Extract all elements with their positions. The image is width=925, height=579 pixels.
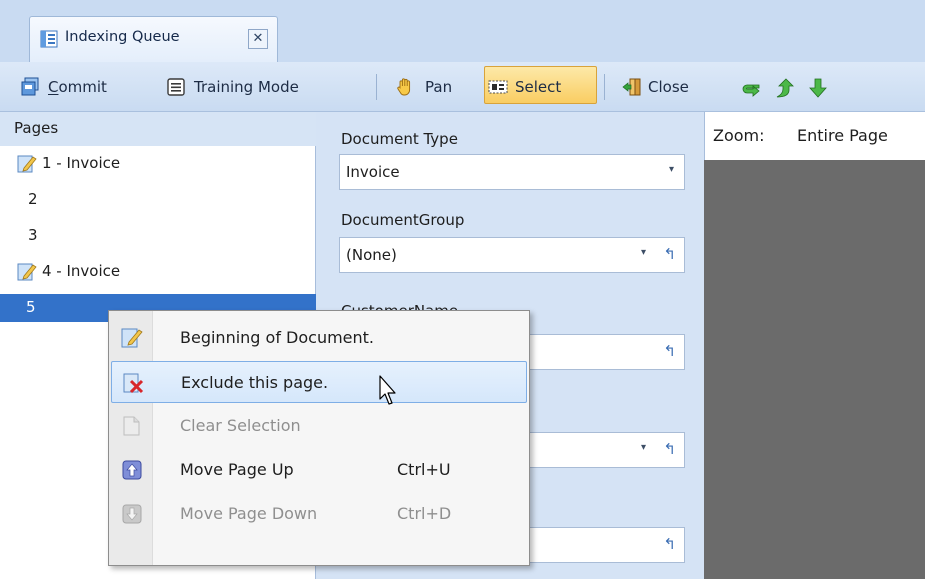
move-up-arrow-icon[interactable] <box>772 76 796 100</box>
menu-item-label: Move Page Up <box>180 460 294 479</box>
commit-button[interactable]: Commit <box>20 70 160 104</box>
tab-label: Indexing Queue <box>65 29 180 45</box>
context-menu: Beginning of Document. Exclude this page… <box>108 310 530 566</box>
training-mode-label: Training Mode <box>194 78 299 96</box>
close-label: Close <box>648 78 689 96</box>
list-item-page-4[interactable]: 4 - Invoice <box>0 258 316 286</box>
document-group-value: (None) <box>346 246 397 264</box>
document-group-dropdown[interactable]: (None) ▾ ↰ <box>339 237 685 273</box>
list-item-page-1[interactable]: 1 - Invoice <box>0 150 316 178</box>
exclude-page-icon <box>123 373 144 394</box>
pages-header: Pages <box>0 112 316 146</box>
undo-icon[interactable]: ↰ <box>663 245 676 263</box>
move-down-arrow-icon[interactable] <box>806 76 830 100</box>
menu-item-shortcut: Ctrl+D <box>397 504 452 523</box>
document-start-icon <box>17 155 37 173</box>
document-type-label: Document Type <box>341 130 458 148</box>
chevron-down-icon[interactable]: ▾ <box>641 442 646 453</box>
page-label: 3 <box>28 226 38 244</box>
pan-hand-icon <box>397 78 411 96</box>
pan-label: Pan <box>425 78 453 96</box>
page-label: 2 <box>28 190 38 208</box>
close-button[interactable]: Close <box>622 70 720 104</box>
page-label: 4 - Invoice <box>42 262 121 280</box>
training-mode-icon <box>167 78 185 96</box>
page-label: 5 <box>26 298 36 316</box>
zoom-bar: Zoom: Entire Page <box>704 112 925 160</box>
page-label: 1 - Invoice <box>42 154 121 172</box>
pages-header-label: Pages <box>14 119 59 137</box>
undo-icon[interactable]: ↰ <box>663 342 676 360</box>
select-icon <box>488 80 508 94</box>
move-down-icon <box>122 504 142 524</box>
commit-mnemonic: C <box>48 78 59 96</box>
menu-item-move-page-down[interactable]: Move Page Down Ctrl+D <box>111 493 527 535</box>
blank-page-icon <box>123 416 140 436</box>
menu-item-move-page-up[interactable]: Move Page Up Ctrl+U <box>111 449 527 491</box>
move-up-icon <box>122 460 142 480</box>
menu-item-beginning-of-document[interactable]: Beginning of Document. <box>111 317 527 359</box>
menu-item-label: Move Page Down <box>180 504 318 523</box>
commit-label: ommit <box>58 78 107 96</box>
document-group-label: DocumentGroup <box>341 211 465 229</box>
undo-icon[interactable]: ↰ <box>663 535 676 553</box>
menu-item-label: Clear Selection <box>180 416 301 435</box>
document-type-dropdown[interactable]: Invoice ▾ <box>339 154 685 190</box>
menu-item-clear-selection[interactable]: Clear Selection <box>111 405 527 447</box>
pan-button[interactable]: Pan <box>395 70 481 104</box>
menu-item-shortcut: Ctrl+U <box>397 460 451 479</box>
mouse-cursor-icon <box>379 375 396 405</box>
close-tab-icon[interactable]: ✕ <box>248 29 268 49</box>
undo-icon[interactable]: ↰ <box>663 440 676 458</box>
select-button[interactable]: Select <box>488 70 594 104</box>
zoom-label: Zoom: <box>713 126 765 145</box>
next-arrow-icon[interactable] <box>738 77 762 101</box>
chevron-down-icon[interactable]: ▾ <box>641 247 646 258</box>
list-item-page-2[interactable]: 2 <box>0 186 316 214</box>
training-mode-button[interactable]: Training Mode <box>166 70 366 104</box>
document-start-icon <box>121 328 143 348</box>
zoom-dropdown[interactable]: Entire Page <box>797 126 888 145</box>
menu-item-exclude-this-page[interactable]: Exclude this page. <box>111 361 527 403</box>
commit-icon <box>21 77 39 96</box>
document-type-value: Invoice <box>346 163 400 181</box>
close-door-icon <box>622 78 641 96</box>
page-preview[interactable] <box>704 160 925 579</box>
document-start-icon <box>17 263 37 281</box>
menu-item-label: Beginning of Document. <box>180 328 375 347</box>
tab-strip: Indexing Queue ✕ <box>0 0 925 62</box>
toolbar-separator <box>604 74 605 100</box>
select-label: Select <box>515 78 562 96</box>
toolbar-separator <box>376 74 377 100</box>
list-item-page-3[interactable]: 3 <box>0 222 316 250</box>
chevron-down-icon[interactable]: ▾ <box>669 164 674 175</box>
tab-indexing-queue[interactable]: Indexing Queue ✕ <box>29 16 278 62</box>
menu-item-label: Exclude this page. <box>181 373 329 392</box>
queue-icon <box>40 30 58 48</box>
